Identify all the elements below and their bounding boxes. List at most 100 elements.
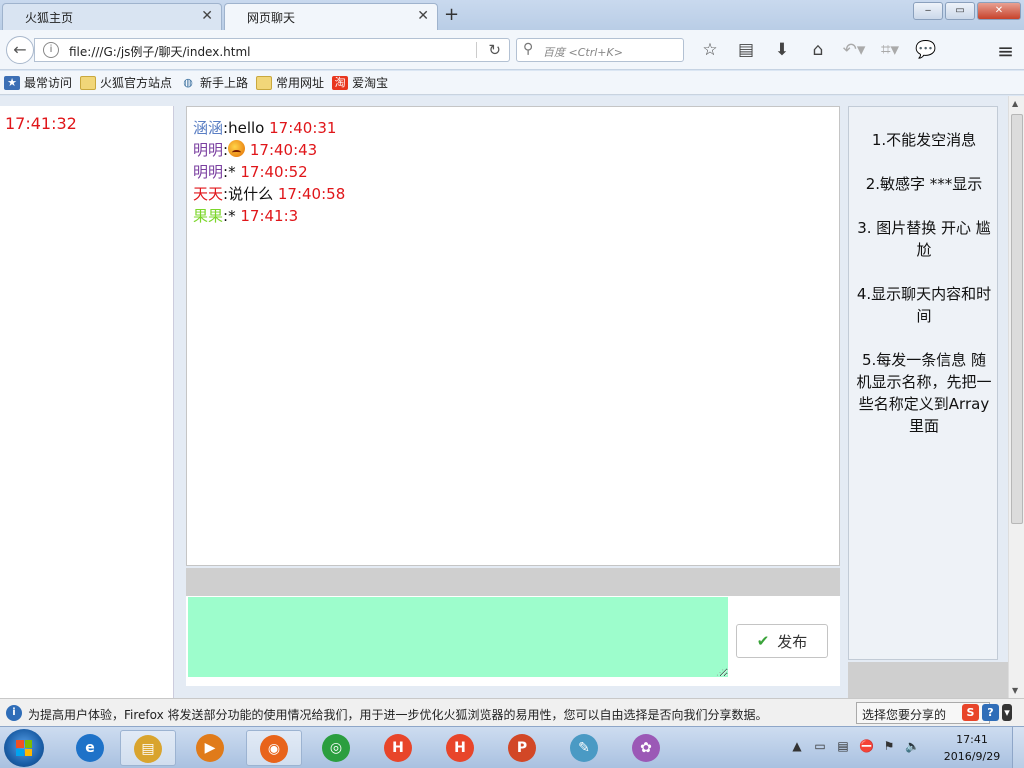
bookmark-label: 新手上路 — [200, 76, 249, 90]
message-time: 17:41:3 — [240, 207, 299, 225]
send-label: 发布 — [777, 632, 808, 651]
bookmark-firefox-official[interactable]: 火狐官方站点 — [80, 74, 172, 91]
taskbar-app-firefox[interactable]: ◉ — [246, 730, 302, 766]
start-button[interactable] — [4, 729, 44, 767]
new-tab-button[interactable]: + — [444, 4, 459, 25]
reload-icon[interactable]: ↻ — [488, 41, 501, 59]
chat-message: 果果:* 17:41:3 — [193, 207, 299, 225]
taskbar-app-chrome[interactable]: ◎ — [308, 730, 364, 766]
tab-firefox-home[interactable]: 火狐主页 ✕ — [2, 3, 222, 30]
bookmark-most-visited[interactable]: ★ 最常访问 — [4, 74, 72, 91]
help-icon[interactable]: ? — [982, 704, 999, 721]
folder-icon — [256, 75, 273, 90]
network-icon[interactable]: ⛔ — [859, 739, 874, 753]
minimize-button[interactable]: ‒ — [913, 2, 943, 20]
taobao-icon: 淘 — [332, 75, 349, 90]
rules-panel-footer — [848, 662, 1008, 698]
undo-icon[interactable]: ↶▾ — [838, 40, 870, 60]
powerpoint-icon: P — [508, 734, 536, 762]
sender-name: 涵涵 — [193, 119, 224, 137]
back-button[interactable]: ← — [6, 36, 34, 64]
taskbar-app-hbuilder-1[interactable]: H — [370, 730, 426, 766]
send-button[interactable]: ✔ 发布 — [736, 624, 828, 658]
vertical-scrollbar[interactable]: ▲ ▼ — [1008, 96, 1024, 698]
scrollbar-thumb[interactable] — [1011, 114, 1023, 524]
bookmark-common-sites[interactable]: 常用网址 — [256, 74, 324, 91]
tab-strip: 火狐主页 ✕ 网页聊天 ✕ + ‒ ▭ ✕ — [0, 0, 1024, 30]
action-center-icon[interactable]: ⚑ — [882, 739, 896, 753]
search-bar[interactable]: ⚲ 百度 <Ctrl+K> — [516, 38, 684, 62]
sender-name: 明明 — [193, 141, 224, 159]
info-icon[interactable]: i — [43, 42, 59, 58]
hbuilder-2-icon: H — [446, 734, 474, 762]
bookmark-star-icon[interactable]: ☆ — [694, 40, 726, 60]
clock-time: 17:41 — [956, 733, 988, 746]
message-time: 17:40:58 — [277, 185, 346, 203]
chat-messages-panel: 涵涵:hello 17:40:31 明明: 17:40:43 明明:* 17:40:… — [186, 106, 840, 566]
search-placeholder: 百度 <Ctrl+K> — [543, 46, 623, 59]
taskbar-app-hbuilder-2[interactable]: H — [432, 730, 488, 766]
volume-icon[interactable]: 🔈 — [905, 739, 920, 753]
device-icon[interactable]: ▭ — [813, 739, 827, 753]
chat-message: 明明: 17:40:43 — [193, 140, 318, 159]
navigation-toolbar: ← i file:///G:/js例子/聊天/index.html ↻ ⚲ 百度… — [0, 30, 1024, 70]
chat-message-list: 涵涵:hello 17:40:31 明明: 17:40:43 明明:* 17:40:… — [193, 117, 345, 227]
chat-bubble-icon[interactable]: 💬 — [910, 40, 942, 60]
resize-grip-icon[interactable]: ⋰ — [716, 668, 724, 677]
close-window-button[interactable]: ✕ — [977, 2, 1021, 20]
hamburger-menu-icon[interactable]: ≡ — [997, 39, 1014, 63]
taskbar-app-ie[interactable]: e — [62, 730, 118, 766]
taskbar-app-powerpoint[interactable]: P — [494, 730, 550, 766]
url-text[interactable]: file:///G:/js例子/聊天/index.html — [69, 43, 250, 60]
taskbar-app-explorer[interactable]: ▤ — [120, 730, 176, 766]
message-input[interactable] — [188, 597, 728, 677]
ie-icon: e — [76, 734, 104, 762]
window-controls: ‒ ▭ ✕ — [911, 2, 1021, 20]
show-desktop-button[interactable] — [1012, 727, 1024, 768]
reading-list-icon[interactable]: ▤ — [730, 40, 762, 60]
close-icon[interactable]: ✕ — [417, 8, 429, 24]
sender-name: 明明 — [193, 163, 224, 181]
taskbar-app-notes[interactable]: ✎ — [556, 730, 612, 766]
url-bar[interactable]: i file:///G:/js例子/聊天/index.html ↻ — [34, 38, 510, 62]
toolbar-icons: ☆ ▤ ⬇ ⌂ ↶▾ ⌗▾ 💬 — [694, 40, 942, 60]
clock-panel: 17:41:32 — [0, 106, 174, 698]
rule-item: 2.敏感字 ***显示 — [865, 175, 983, 193]
firefox-icon: ◉ — [260, 735, 288, 763]
bookmark-getting-started[interactable]: ◍ 新手上路 — [180, 74, 248, 91]
ime-dropdown-icon[interactable]: ▾ — [1002, 704, 1012, 721]
taskbar-app-media[interactable]: ▶ — [182, 730, 238, 766]
show-hidden-icons[interactable]: ▲ — [790, 739, 804, 753]
chrome-icon: ◎ — [322, 734, 350, 762]
taskbar-app-paint[interactable]: ✿ — [618, 730, 674, 766]
sogou-ime-icon[interactable]: S — [962, 704, 979, 721]
bookmark-label: 火狐官方站点 — [100, 76, 173, 90]
message-text: hello — [228, 119, 265, 137]
bookmark-label: 常用网址 — [276, 76, 325, 90]
bookmarks-toolbar: ★ 最常访问 火狐官方站点 ◍ 新手上路 常用网址 淘 爱淘宝 — [0, 71, 1024, 95]
scroll-down-icon[interactable]: ▼ — [1012, 686, 1018, 695]
rule-item: 3. 图片替换 开心 尴尬 — [857, 219, 991, 259]
chat-message: 涵涵:hello 17:40:31 — [193, 119, 337, 137]
message-time: 17:40:31 — [269, 119, 337, 137]
download-icon[interactable]: ⬇ — [766, 40, 798, 60]
bookmark-ai-taobao[interactable]: 淘 爱淘宝 — [332, 74, 388, 91]
message-text: 说什么 — [228, 185, 274, 203]
url-separator — [476, 42, 477, 58]
close-icon[interactable]: ✕ — [201, 8, 213, 24]
notification-text: 为提高用户体验，Firefox 将发送部分功能的使用情况给我们，用于进一步优化火… — [28, 708, 768, 722]
message-text: * — [228, 207, 236, 225]
maximize-button[interactable]: ▭ — [945, 2, 975, 20]
home-icon[interactable]: ⌂ — [802, 40, 834, 60]
clipboard-icon[interactable]: ▤ — [836, 739, 850, 753]
checkmark-icon: ✔ — [756, 632, 770, 650]
taskbar-clock[interactable]: 17:41 2016/9/29 — [936, 731, 1008, 765]
crop-icon[interactable]: ⌗▾ — [874, 40, 906, 60]
sender-name: 果果 — [193, 207, 224, 225]
paint-icon: ✿ — [632, 734, 660, 762]
explorer-icon: ▤ — [134, 735, 162, 763]
tab-web-chat[interactable]: 网页聊天 ✕ — [224, 3, 438, 30]
message-input-area: ⋰ ✔ 发布 — [186, 596, 840, 686]
scroll-up-icon[interactable]: ▲ — [1012, 99, 1018, 108]
windows-logo-icon — [16, 740, 32, 756]
